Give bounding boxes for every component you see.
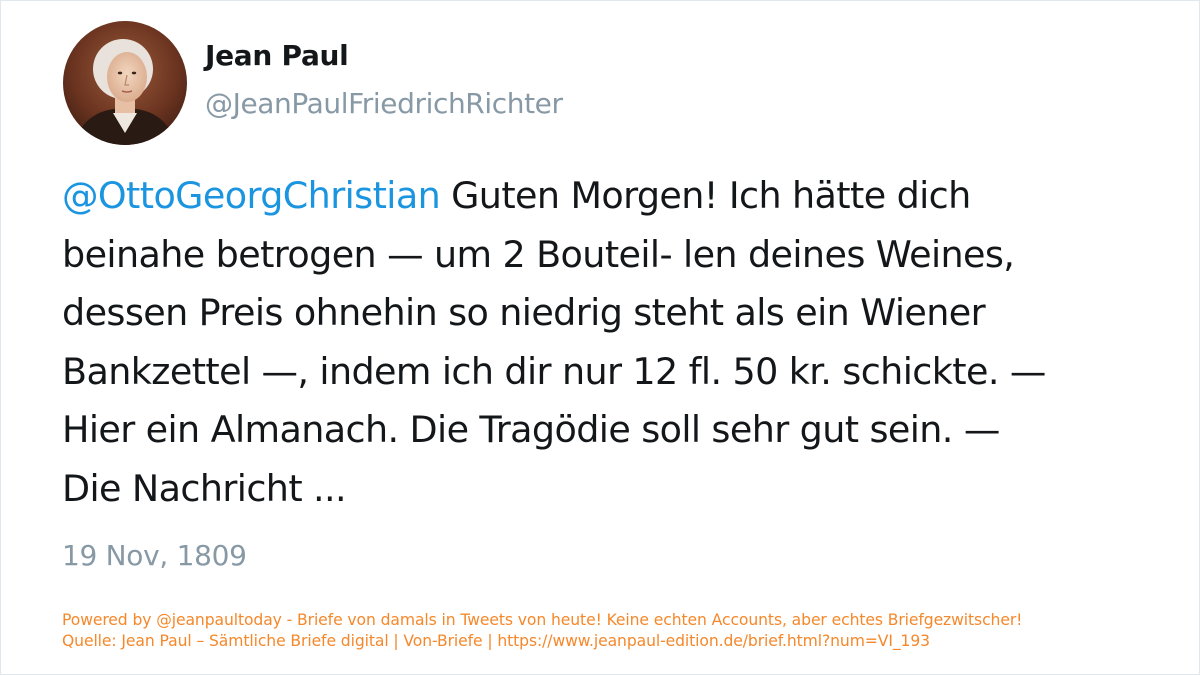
tweet-text-line: dessen Preis ohnehin so niedrig steht al…: [62, 291, 986, 334]
footer-credits: Powered by @jeanpaultoday - Briefe von d…: [62, 610, 1022, 652]
footer-source[interactable]: Quelle: Jean Paul – Sämtliche Briefe dig…: [62, 631, 1022, 652]
tweet-card: Jean Paul @JeanPaulFriedrichRichter @Ott…: [0, 0, 1200, 675]
mention-link[interactable]: @OttoGeorgChristian: [62, 174, 441, 217]
tweet-text-line: Hier ein Almanach. Die Tragödie soll seh…: [62, 408, 1000, 451]
portrait-avatar-icon: [63, 21, 187, 145]
tweet-text-fragment: Guten Morgen! Ich hätte dich: [440, 174, 971, 217]
tweet-text-line: Bankzettel —, indem ich dir nur 12 fl. 5…: [62, 349, 1046, 393]
tweet-text-line: Die Nachricht ...: [62, 466, 347, 510]
tweet-text: @OttoGeorgChristian Guten Morgen! Ich hä…: [62, 167, 1142, 518]
author-handle[interactable]: @JeanPaulFriedrichRichter: [205, 87, 563, 120]
footer-powered-by: Powered by @jeanpaultoday - Briefe von d…: [62, 611, 1023, 629]
tweet-text-line: @OttoGeorgChristian Guten Morgen! Ich hä…: [62, 167, 1142, 226]
tweet-text-line: beinahe betrogen — um 2 Bouteil- len dei…: [62, 232, 1015, 276]
tweet-date[interactable]: 19 Nov, 1809: [62, 539, 247, 572]
author-name[interactable]: Jean Paul: [205, 39, 349, 72]
avatar[interactable]: [63, 21, 187, 145]
